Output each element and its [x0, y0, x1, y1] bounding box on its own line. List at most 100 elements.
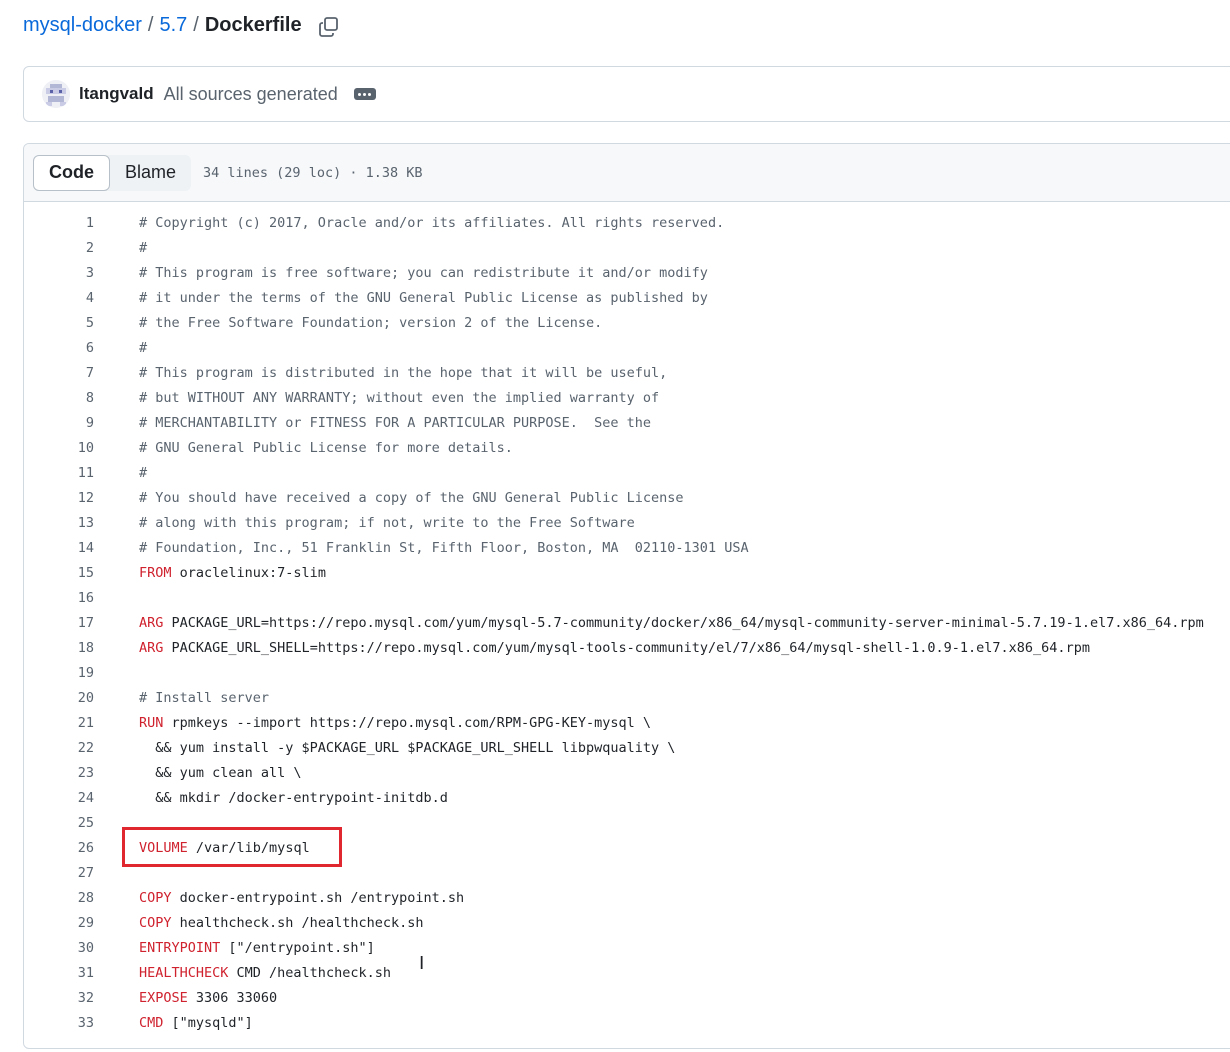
line-number[interactable]: 29 — [54, 911, 94, 936]
code-line: 2 # — [24, 236, 1230, 261]
code-text: ARG PACKAGE_URL=https://repo.mysql.com/y… — [139, 611, 1204, 636]
view-toggle: Code Blame — [33, 154, 192, 191]
line-number[interactable]: 25 — [54, 811, 94, 836]
line-number[interactable]: 11 — [54, 461, 94, 486]
line-number[interactable]: 14 — [54, 536, 94, 561]
code-text: RUN rpmkeys --import https://repo.mysql.… — [139, 711, 651, 736]
line-number[interactable]: 13 — [54, 511, 94, 536]
code-line: 29 COPY healthcheck.sh /healthcheck.sh — [24, 911, 1230, 936]
tab-blame[interactable]: Blame — [110, 155, 191, 191]
line-number[interactable]: 27 — [54, 861, 94, 886]
line-number[interactable]: 5 — [54, 311, 94, 336]
tab-code[interactable]: Code — [33, 154, 110, 191]
code-keyword: ARG — [139, 640, 164, 656]
line-number[interactable]: 21 — [54, 711, 94, 736]
code-text: EXPOSE 3306 33060 — [139, 986, 277, 1011]
code-comment: # This program is free software; you can… — [139, 265, 708, 281]
line-number[interactable]: 12 — [54, 486, 94, 511]
code-content: && yum clean all \ — [139, 765, 302, 781]
code-keyword: HEALTHCHECK — [139, 965, 229, 981]
code-content: PACKAGE_URL_SHELL=https://repo.mysql.com… — [163, 640, 1090, 656]
copy-path-button[interactable] — [318, 16, 340, 38]
code-text: FROM oraclelinux:7-slim — [139, 561, 326, 586]
code-line: 5 # the Free Software Foundation; version… — [24, 311, 1230, 336]
code-line: 10 # GNU General Public License for more … — [24, 436, 1230, 461]
code-listing[interactable]: 1 # Copyright (c) 2017, Oracle and/or its… — [24, 211, 1230, 1036]
code-text: && mkdir /docker-entrypoint-initdb.d — [139, 786, 448, 811]
line-number[interactable]: 23 — [54, 761, 94, 786]
code-text: && yum clean all \ — [139, 761, 302, 786]
line-number[interactable]: 24 — [54, 786, 94, 811]
code-keyword: RUN — [139, 715, 164, 731]
line-number[interactable]: 4 — [54, 286, 94, 311]
line-number[interactable]: 9 — [54, 411, 94, 436]
avatar[interactable] — [42, 80, 70, 108]
code-text: # You should have received a copy of the… — [139, 486, 684, 511]
code-text: # along with this program; if not, write… — [139, 511, 635, 536]
code-text: CMD ["mysqld"] — [139, 1011, 253, 1036]
commit-author[interactable]: ltangvald — [79, 84, 154, 104]
code-comment: # it under the terms of the GNU General … — [139, 290, 708, 306]
code-content: && mkdir /docker-entrypoint-initdb.d — [139, 790, 448, 806]
code-text: # — [139, 336, 147, 361]
code-line: 3 # This program is free software; you ca… — [24, 261, 1230, 286]
code-keyword: COPY — [139, 915, 172, 931]
latest-commit-bar: ltangvald All sources generated — [23, 66, 1230, 122]
code-line: 13 # along with this program; if not, wri… — [24, 511, 1230, 536]
code-text: # Install server — [139, 686, 269, 711]
breadcrumb-dir-link[interactable]: 5.7 — [159, 14, 187, 37]
code-text: HEALTHCHECK CMD /healthcheck.sh — [139, 961, 391, 986]
code-text: # This program is distributed in the hop… — [139, 361, 667, 386]
code-line: 20 # Install server — [24, 686, 1230, 711]
line-number[interactable]: 32 — [54, 986, 94, 1011]
line-number[interactable]: 16 — [54, 586, 94, 611]
line-number[interactable]: 1 — [54, 211, 94, 236]
line-number[interactable]: 22 — [54, 736, 94, 761]
code-text: # but WITHOUT ANY WARRANTY; without even… — [139, 386, 659, 411]
ellipsis-icon[interactable] — [353, 88, 376, 100]
code-keyword: COPY — [139, 890, 172, 906]
line-number[interactable]: 7 — [54, 361, 94, 386]
code-comment: # MERCHANTABILITY or FITNESS FOR A PARTI… — [139, 415, 652, 431]
line-number[interactable]: 19 — [54, 661, 94, 686]
code-text: # GNU General Public License for more de… — [139, 436, 513, 461]
code-comment: # — [139, 240, 148, 256]
code-comment: # Install server — [139, 690, 270, 706]
code-comment: # — [139, 340, 148, 356]
code-keyword: ARG — [139, 615, 164, 631]
code-comment: # but WITHOUT ANY WARRANTY; without even… — [139, 390, 660, 406]
line-number[interactable]: 31 — [54, 961, 94, 986]
file-viewer: Code Blame 34 lines (29 loc) · 1.38 KB 1… — [23, 143, 1230, 1049]
code-line: 15 FROM oraclelinux:7-slim — [24, 561, 1230, 586]
line-number[interactable]: 10 — [54, 436, 94, 461]
line-number[interactable]: 2 — [54, 236, 94, 261]
copy-icon — [318, 16, 338, 37]
line-number[interactable]: 33 — [54, 1011, 94, 1036]
line-number[interactable]: 26 — [54, 836, 94, 861]
line-number[interactable]: 30 — [54, 936, 94, 961]
code-line: 7 # This program is distributed in the ho… — [24, 361, 1230, 386]
text-cursor-icon: I — [419, 953, 425, 974]
line-number[interactable]: 17 — [54, 611, 94, 636]
code-line: 22 && yum install -y $PACKAGE_URL $PACKA… — [24, 736, 1230, 761]
code-text: ENTRYPOINT ["/entrypoint.sh"] — [139, 936, 375, 961]
line-number[interactable]: 28 — [54, 886, 94, 911]
code-text: # the Free Software Foundation; version … — [139, 311, 602, 336]
line-number[interactable]: 20 — [54, 686, 94, 711]
code-text: # — [139, 236, 147, 261]
commit-message[interactable]: All sources generated — [164, 84, 338, 105]
code-keyword: CMD — [139, 1015, 164, 1031]
code-line: 24 && mkdir /docker-entrypoint-initdb.d — [24, 786, 1230, 811]
code-line: 1 # Copyright (c) 2017, Oracle and/or its… — [24, 211, 1230, 236]
line-number[interactable]: 3 — [54, 261, 94, 286]
line-number[interactable]: 6 — [54, 336, 94, 361]
code-line: 19 — [24, 661, 1230, 686]
code-content: 3306 33060 — [187, 990, 278, 1006]
line-number[interactable]: 15 — [54, 561, 94, 586]
code-line: 33 CMD ["mysqld"] — [24, 1011, 1230, 1036]
code-comment: # — [139, 465, 148, 481]
line-number[interactable]: 18 — [54, 636, 94, 661]
line-number[interactable]: 8 — [54, 386, 94, 411]
breadcrumb-repo-link[interactable]: mysql-docker — [23, 14, 142, 37]
code-line: 9 # MERCHANTABILITY or FITNESS FOR A PART… — [24, 411, 1230, 436]
